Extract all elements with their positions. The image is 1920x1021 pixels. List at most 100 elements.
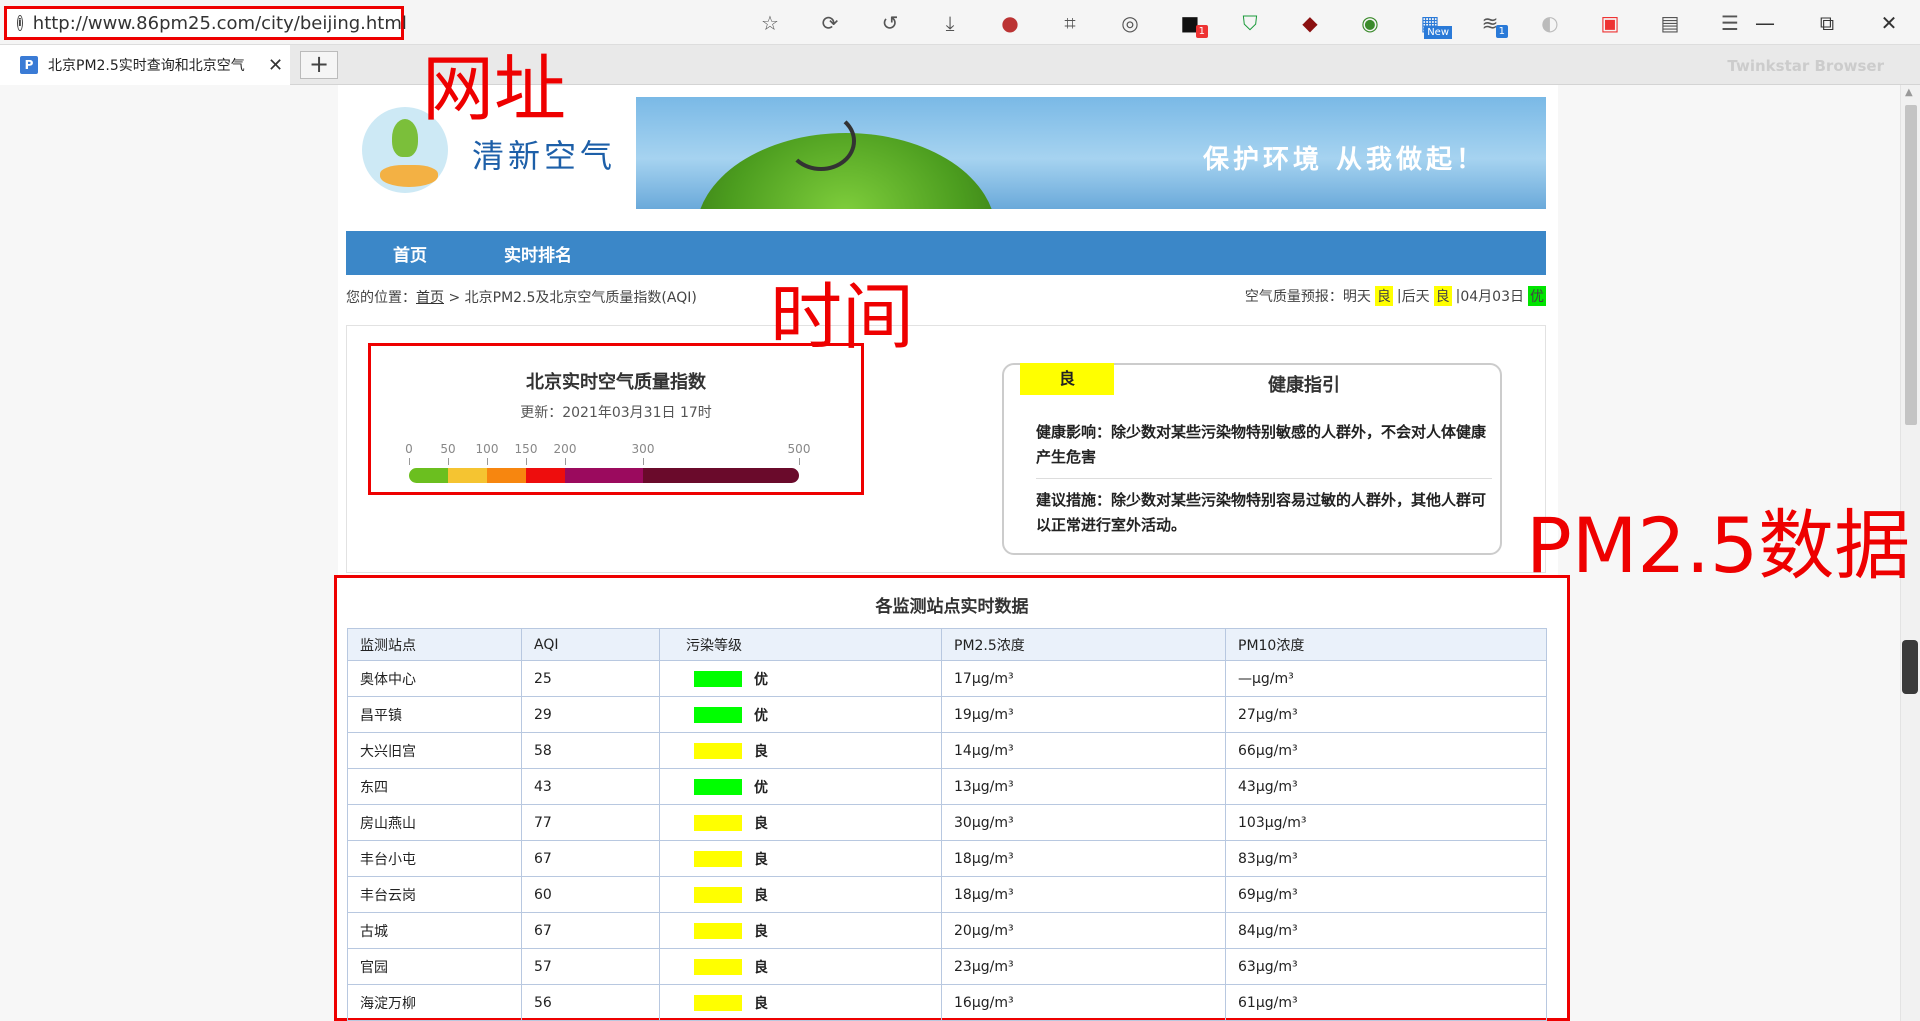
side-panel-handle[interactable] <box>1902 640 1918 694</box>
site-banner: 保护环境 从我做起！ <box>636 97 1546 209</box>
level-indicator: 良 <box>672 885 941 905</box>
breadcrumb: 您的位置：首页 > 北京PM2.5及北京空气质量指数(AQI) <box>346 287 697 307</box>
station-level-cell: 良 <box>659 840 942 877</box>
aqi-tick-label: 500 <box>787 442 811 456</box>
station-name-cell: 昌平镇 <box>347 696 522 733</box>
level-indicator: 良 <box>672 993 941 1013</box>
screenshot-icon[interactable]: ◎ <box>1100 6 1160 40</box>
disabled-icon[interactable]: ◐ <box>1520 6 1580 40</box>
new-extension-icon[interactable]: ▦ New <box>1400 6 1460 40</box>
aqi-summary: 北京实时空气质量指数 更新：2021年03月31日 17时 0 50 100 150 2… <box>368 343 864 495</box>
table-row: 昌平镇 29 优 19μg/m³ 27μg/m³ <box>347 696 1547 733</box>
translate-icon[interactable]: ≋ 1 <box>1460 6 1520 40</box>
breadcrumb-home-link[interactable]: 首页 <box>416 290 444 306</box>
station-aqi-cell: 67 <box>521 840 660 877</box>
scrollbar-thumb[interactable] <box>1905 105 1917 425</box>
level-text: 良 <box>754 923 768 940</box>
health-title: 健康指引 <box>1268 375 1340 396</box>
close-icon[interactable]: ✕ <box>1858 6 1920 40</box>
aqi-tick-label: 200 <box>553 442 577 456</box>
window-controls: — ⧉ ✕ <box>1734 6 1920 40</box>
station-pm25-cell: 18μg/m³ <box>941 876 1226 913</box>
star-icon[interactable]: ☆ <box>740 6 800 40</box>
station-level-cell: 良 <box>659 912 942 949</box>
station-pm25-cell: 13μg/m³ <box>941 768 1226 805</box>
level-text: 良 <box>754 995 768 1012</box>
minimize-icon[interactable]: — <box>1734 6 1796 40</box>
station-level-cell: 优 <box>659 660 942 697</box>
address-bar[interactable]: i http://www.86pm25.com/city/beijing.htm… <box>4 6 407 40</box>
camera-icon[interactable]: ▣ <box>1580 6 1640 40</box>
reader-icon[interactable]: ▤ <box>1640 6 1700 40</box>
aqi-scale-segment <box>448 468 487 483</box>
nav-home[interactable]: 首页 <box>346 241 474 266</box>
info-icon[interactable]: i <box>17 15 23 31</box>
station-name-cell: 大兴旧宫 <box>347 732 522 769</box>
station-name-cell: 官园 <box>347 948 522 985</box>
level-indicator: 优 <box>672 777 941 797</box>
address-url[interactable]: http://www.86pm25.com/city/beijing.html <box>33 13 407 34</box>
station-pm10-cell: 61μg/m³ <box>1225 984 1547 1021</box>
tab-close-icon[interactable]: ✕ <box>268 55 283 76</box>
col-pm10: PM10浓度 <box>1225 628 1547 661</box>
browser-toolbar: i http://www.86pm25.com/city/beijing.htm… <box>0 0 1920 45</box>
nav-ranking[interactable]: 实时排名 <box>474 241 602 266</box>
favicon-icon: P <box>20 56 38 74</box>
tab-active[interactable]: P 北京PM2.5实时查询和北京空气 ✕ <box>0 45 290 85</box>
level-swatch <box>694 994 742 1011</box>
new-tab-button[interactable]: + <box>300 51 338 79</box>
health-effect: 健康影响：除少数对某些污染物特别敏感的人群外，不会对人体健康产生危害 <box>1036 423 1487 466</box>
station-aqi-cell: 58 <box>521 732 660 769</box>
tab-title[interactable]: 北京PM2.5实时查询和北京空气 <box>48 55 258 75</box>
extension-icon[interactable]: ● <box>980 6 1040 40</box>
crop-icon[interactable]: ⌗ <box>1040 6 1100 40</box>
aqi-tick-label: 0 <box>405 442 413 456</box>
browser-brand: Twinkstar Browser <box>1727 57 1884 75</box>
table-row: 丰台云岗 60 良 18μg/m³ 69μg/m³ <box>347 876 1547 913</box>
health-advice: 建议措施：除少数对某些污染物特别容易过敏的人群外，其他人群可以正常进行室外活动。 <box>1036 491 1487 534</box>
extension-badge-icon[interactable]: ■ 1 <box>1160 6 1220 40</box>
station-pm10-cell: —μg/m³ <box>1225 660 1547 697</box>
table-row: 东四 43 优 13μg/m³ 43μg/m³ <box>347 768 1547 805</box>
aqi-scale: 0 50 100 150 200 300 500 <box>405 442 810 483</box>
badge-new: New <box>1424 26 1452 39</box>
station-level-cell: 优 <box>659 768 942 805</box>
annotation-url: 网址 <box>422 47 567 131</box>
station-pm25-cell: 20μg/m³ <box>941 912 1226 949</box>
col-aqi: AQI <box>521 628 660 661</box>
station-level-cell: 良 <box>659 876 942 913</box>
globe-icon[interactable]: ◉ <box>1340 6 1400 40</box>
station-data: 各监测站点实时数据 监测站点 AQI 污染等级 PM2.5浓度 PM10浓度 奥… <box>334 575 1570 1021</box>
station-aqi-cell: 60 <box>521 876 660 913</box>
station-pm25-cell: 23μg/m³ <box>941 948 1226 985</box>
aqi-tick-label: 100 <box>475 442 499 456</box>
aqi-scale-segment <box>409 468 448 483</box>
health-divider <box>1036 478 1492 479</box>
download-icon[interactable]: ⤓ <box>920 6 980 40</box>
station-pm25-cell: 30μg/m³ <box>941 804 1226 841</box>
forecast-d3-level: 优 <box>1528 286 1546 306</box>
station-name-cell: 丰台小屯 <box>347 840 522 877</box>
page-content: 清新空气 保护环境 从我做起！ 首页 实时排名 您的位置：首页 > 北京PM2.… <box>334 85 1570 1021</box>
refresh-icon[interactable]: ⟳ <box>800 6 860 40</box>
station-pm10-cell: 27μg/m³ <box>1225 696 1547 733</box>
station-name-cell: 丰台云岗 <box>347 876 522 913</box>
shield-icon[interactable]: ⛉ <box>1220 6 1280 40</box>
station-pm25-cell: 14μg/m³ <box>941 732 1226 769</box>
level-swatch <box>694 922 742 939</box>
level-text: 优 <box>754 671 768 688</box>
restore-icon[interactable]: ⧉ <box>1796 6 1858 40</box>
ublock-icon[interactable]: ◆ <box>1280 6 1340 40</box>
station-level-cell: 良 <box>659 804 942 841</box>
aqi-tick-mark <box>448 458 449 465</box>
station-aqi-cell: 29 <box>521 696 660 733</box>
level-swatch <box>694 814 742 831</box>
forecast: 空气质量预报： 明天 良 | 后天 良 | 04月03日 优 <box>1245 286 1546 306</box>
scroll-up-icon[interactable]: ▲ <box>1905 87 1913 98</box>
level-text: 优 <box>754 779 768 796</box>
aqi-color-bar <box>409 468 799 483</box>
station-aqi-cell: 77 <box>521 804 660 841</box>
level-text: 良 <box>754 887 768 904</box>
undo-icon[interactable]: ↺ <box>860 6 920 40</box>
station-table: 监测站点 AQI 污染等级 PM2.5浓度 PM10浓度 奥体中心 25 优 17μg… <box>347 628 1547 1021</box>
